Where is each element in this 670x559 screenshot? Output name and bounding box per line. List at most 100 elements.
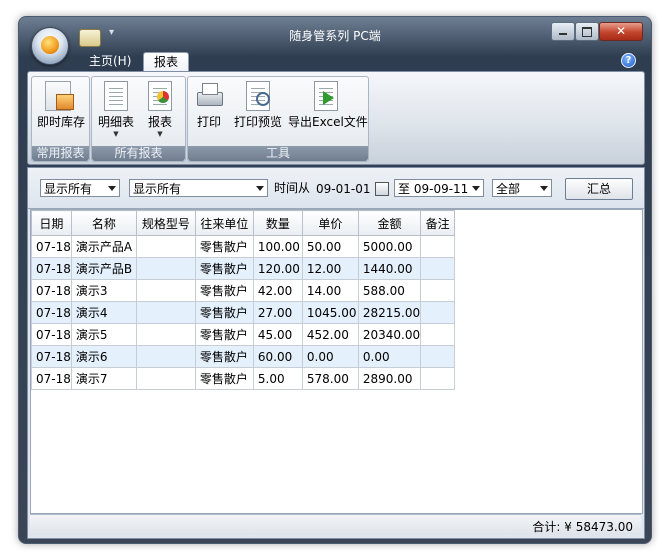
cell-partner[interactable]: 零售散户 bbox=[194, 323, 254, 346]
cell-notes[interactable] bbox=[420, 235, 456, 258]
detail-sheet-button[interactable]: 明细表 ▼ bbox=[96, 81, 136, 138]
maximize-button[interactable] bbox=[575, 22, 599, 41]
cell-price[interactable]: 452.00 bbox=[301, 323, 359, 346]
cell-notes[interactable] bbox=[420, 301, 456, 324]
cell-amount[interactable]: 28215.00 bbox=[357, 301, 422, 324]
cell-amount[interactable]: 0.00 bbox=[357, 345, 422, 368]
table-row[interactable]: 07-18 演示7 零售散户 5.00 578.00 2890.00 bbox=[31, 367, 456, 390]
cell-spec[interactable] bbox=[135, 345, 196, 368]
cell-notes[interactable] bbox=[420, 257, 456, 280]
col-header-qty[interactable]: 数量 bbox=[252, 210, 303, 236]
col-header-spec[interactable]: 规格型号 bbox=[135, 210, 196, 236]
summarize-button[interactable]: 汇总 bbox=[565, 178, 633, 200]
report-button[interactable]: 报表 ▼ bbox=[140, 81, 180, 138]
instant-inventory-button[interactable]: 即时库存 bbox=[36, 81, 86, 130]
cell-partner[interactable]: 零售散户 bbox=[194, 301, 254, 324]
cell-spec[interactable] bbox=[135, 235, 196, 258]
cell-spec[interactable] bbox=[135, 279, 196, 302]
cell-notes[interactable] bbox=[420, 323, 456, 346]
cell-date[interactable]: 07-18 bbox=[31, 367, 72, 390]
cell-name[interactable]: 演示4 bbox=[70, 301, 137, 324]
cell-spec[interactable] bbox=[135, 367, 196, 390]
cell-spec[interactable] bbox=[135, 257, 196, 280]
print-preview-button[interactable]: 打印预览 bbox=[232, 81, 284, 130]
cell-amount[interactable]: 1440.00 bbox=[357, 257, 422, 280]
cell-price[interactable]: 0.00 bbox=[301, 345, 359, 368]
table-row[interactable]: 07-18 演示产品A 零售散户 100.00 50.00 5000.00 bbox=[31, 235, 456, 258]
group-label-all: 所有报表 bbox=[92, 146, 185, 161]
chevron-down-icon: ▼ bbox=[113, 130, 119, 138]
scope-select[interactable]: 全部 bbox=[492, 179, 552, 197]
cell-amount[interactable]: 2890.00 bbox=[357, 367, 422, 390]
cell-price[interactable]: 578.00 bbox=[301, 367, 359, 390]
cell-date[interactable]: 07-18 bbox=[31, 257, 72, 280]
filter-select-2[interactable]: 显示所有 bbox=[129, 179, 268, 197]
close-button[interactable]: ✕ bbox=[599, 22, 643, 41]
cell-spec[interactable] bbox=[135, 323, 196, 346]
col-header-amount[interactable]: 金额 bbox=[357, 210, 422, 236]
tab-report[interactable]: 报表 bbox=[143, 52, 190, 72]
cell-date[interactable]: 07-18 bbox=[31, 301, 72, 324]
table-row[interactable]: 07-18 演示3 零售散户 42.00 14.00 588.00 bbox=[31, 279, 456, 302]
cell-qty[interactable]: 60.00 bbox=[252, 345, 303, 368]
cell-date[interactable]: 07-18 bbox=[31, 235, 72, 258]
cell-notes[interactable] bbox=[420, 279, 456, 302]
title-bar[interactable]: ▾ 随身管系列 PC端 ✕ bbox=[19, 17, 651, 65]
date-to-picker[interactable]: 至 09-09-11 bbox=[394, 179, 484, 197]
cell-qty[interactable]: 120.00 bbox=[252, 257, 303, 280]
col-header-notes[interactable]: 备注 bbox=[420, 210, 456, 236]
help-icon[interactable]: ? bbox=[621, 53, 636, 68]
filter-select-1[interactable]: 显示所有 bbox=[40, 179, 120, 197]
cell-partner[interactable]: 零售散户 bbox=[194, 345, 254, 368]
cell-amount[interactable]: 588.00 bbox=[357, 279, 422, 302]
cell-qty[interactable]: 5.00 bbox=[252, 367, 303, 390]
cell-amount[interactable]: 20340.00 bbox=[357, 323, 422, 346]
cell-qty[interactable]: 27.00 bbox=[252, 301, 303, 324]
cell-qty[interactable]: 100.00 bbox=[252, 235, 303, 258]
ribbon-tabs: 主页(H) 报表 bbox=[19, 49, 651, 72]
app-orb-button[interactable] bbox=[31, 27, 69, 65]
report-grid[interactable]: 日期 名称 规格型号 往来单位 数量 单价 金额 备注 07-18 演示产品A 零售… bbox=[30, 209, 643, 514]
col-header-date[interactable]: 日期 bbox=[31, 210, 72, 236]
cell-partner[interactable]: 零售散户 bbox=[194, 235, 254, 258]
cell-price[interactable]: 1045.00 bbox=[301, 301, 359, 324]
cell-partner[interactable]: 零售散户 bbox=[194, 367, 254, 390]
cell-name[interactable]: 演示3 bbox=[70, 279, 137, 302]
cell-notes[interactable] bbox=[420, 367, 456, 390]
calendar-icon[interactable] bbox=[375, 182, 389, 196]
cell-partner[interactable]: 零售散户 bbox=[194, 257, 254, 280]
table-row[interactable]: 07-18 演示4 零售散户 27.00 1045.00 28215.00 bbox=[31, 301, 456, 324]
minimize-button[interactable] bbox=[551, 22, 575, 41]
print-button[interactable]: 打印 bbox=[192, 81, 226, 130]
cell-price[interactable]: 12.00 bbox=[301, 257, 359, 280]
export-excel-label: 导出Excel文件 bbox=[288, 115, 368, 129]
cell-date[interactable]: 07-18 bbox=[31, 323, 72, 346]
cell-date[interactable]: 07-18 bbox=[31, 345, 72, 368]
scope-value: 全部 bbox=[496, 182, 521, 196]
cell-name[interactable]: 演示产品A bbox=[70, 235, 137, 258]
cell-name[interactable]: 演示7 bbox=[70, 367, 137, 390]
export-excel-button[interactable]: 导出Excel文件 bbox=[288, 81, 368, 130]
cell-price[interactable]: 50.00 bbox=[301, 235, 359, 258]
date-from-picker[interactable]: 09-01-01 bbox=[312, 179, 392, 197]
cell-qty[interactable]: 45.00 bbox=[252, 323, 303, 346]
col-header-partner[interactable]: 往来单位 bbox=[194, 210, 254, 236]
table-row[interactable]: 07-18 演示5 零售散户 45.00 452.00 20340.00 bbox=[31, 323, 456, 346]
col-header-price[interactable]: 单价 bbox=[301, 210, 359, 236]
table-row[interactable]: 07-18 演示产品B 零售散户 120.00 12.00 1440.00 bbox=[31, 257, 456, 280]
cell-amount[interactable]: 5000.00 bbox=[357, 235, 422, 258]
date-from-value: 09-01-01 bbox=[316, 182, 371, 196]
cell-spec[interactable] bbox=[135, 301, 196, 324]
cell-name[interactable]: 演示6 bbox=[70, 345, 137, 368]
cell-partner[interactable]: 零售散户 bbox=[194, 279, 254, 302]
cell-notes[interactable] bbox=[420, 345, 456, 368]
table-row[interactable]: 07-18 演示6 零售散户 60.00 0.00 0.00 bbox=[31, 345, 456, 368]
cell-price[interactable]: 14.00 bbox=[301, 279, 359, 302]
cell-qty[interactable]: 42.00 bbox=[252, 279, 303, 302]
ribbon: 即时库存 常用报表 明细表 ▼ 报表 ▼ 所有报表 打印 打印预览 导出Exce… bbox=[27, 71, 645, 165]
cell-name[interactable]: 演示5 bbox=[70, 323, 137, 346]
col-header-name[interactable]: 名称 bbox=[70, 210, 137, 236]
cell-name[interactable]: 演示产品B bbox=[70, 257, 137, 280]
tab-home[interactable]: 主页(H) bbox=[79, 52, 141, 71]
cell-date[interactable]: 07-18 bbox=[31, 279, 72, 302]
